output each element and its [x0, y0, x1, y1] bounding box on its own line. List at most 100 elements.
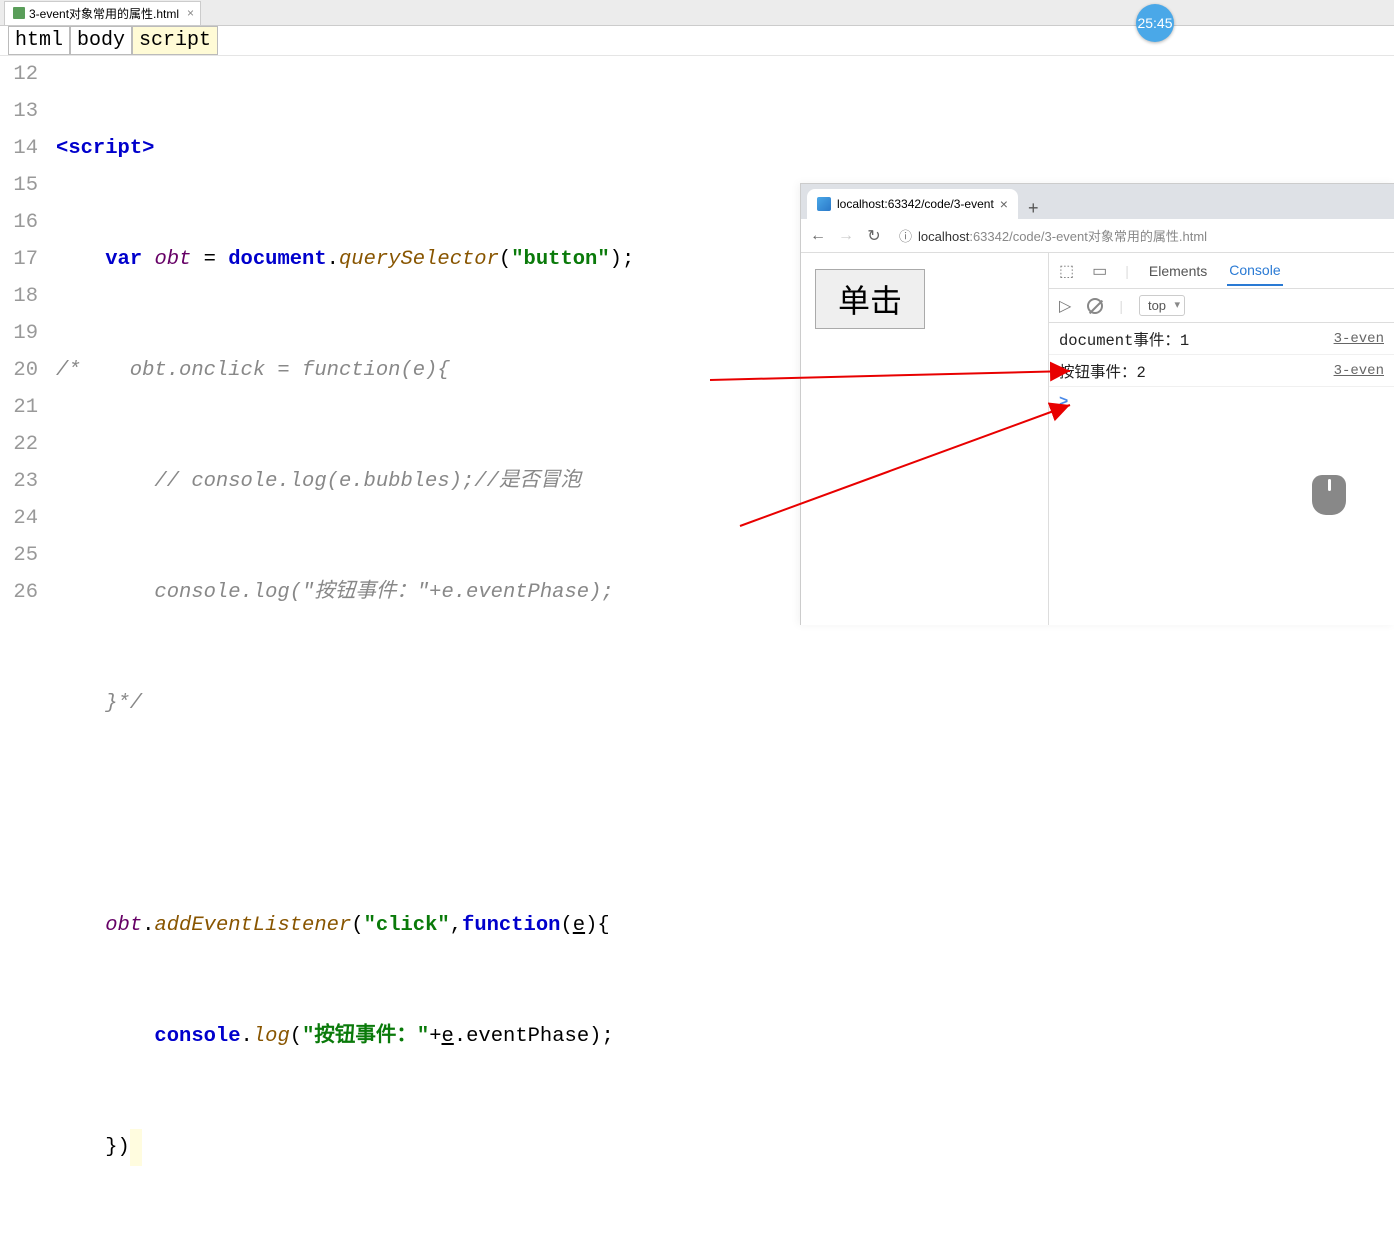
console-source-link[interactable]: 3-even — [1334, 363, 1384, 379]
console-message: document事件：1 — [1059, 328, 1334, 350]
console-prompt[interactable]: > — [1049, 387, 1394, 417]
code-token: . — [454, 1025, 466, 1048]
console-row[interactable]: document事件：1 3-even — [1049, 323, 1394, 355]
code-token: var — [105, 248, 142, 271]
browser-tab-title: localhost:63342/code/3-event — [837, 197, 994, 211]
forward-icon[interactable]: → — [837, 227, 855, 245]
new-tab-button[interactable]: + — [1018, 198, 1049, 219]
line-number: 12 — [0, 56, 38, 93]
line-number: 19 — [0, 315, 38, 352]
separator: | — [1125, 263, 1129, 279]
code-comment: }*/ — [56, 692, 142, 715]
play-icon[interactable]: ▷ — [1059, 296, 1071, 316]
code-token: , — [450, 914, 462, 937]
browser-window: localhost:63342/code/3-event × + ← → ↻ ⓘ… — [800, 183, 1394, 625]
code-token: e — [573, 914, 585, 937]
code-token: + — [429, 1025, 441, 1048]
code-token: . — [241, 1025, 253, 1048]
line-number: 23 — [0, 463, 38, 500]
file-icon — [13, 7, 25, 19]
code-token: > — [142, 137, 154, 160]
code-token: . — [142, 914, 154, 937]
code-token: eventPhase — [466, 1025, 589, 1048]
page-viewport[interactable]: 单击 — [801, 253, 1049, 625]
line-number: 15 — [0, 167, 38, 204]
code-token: log — [253, 1025, 290, 1048]
line-number: 18 — [0, 278, 38, 315]
code-token: document — [228, 248, 326, 271]
console-message: 按钮事件：2 — [1059, 360, 1334, 382]
code-comment: /* obt.onclick = function(e){ — [56, 359, 450, 382]
code-token: console — [154, 1025, 240, 1048]
code-token: ( — [560, 914, 572, 937]
console-row[interactable]: 按钮事件：2 3-even — [1049, 355, 1394, 387]
line-number: 21 — [0, 389, 38, 426]
code-token: . — [327, 248, 339, 271]
mouse-icon — [1312, 475, 1346, 515]
code-token: ( — [499, 248, 511, 271]
console-toolbar: ▷ | top — [1049, 289, 1394, 323]
line-number: 16 — [0, 204, 38, 241]
tab-elements[interactable]: Elements — [1147, 257, 1209, 285]
code-token: e — [442, 1025, 454, 1048]
breadcrumb-script[interactable]: script — [132, 26, 218, 55]
code-token: querySelector — [339, 248, 499, 271]
clear-icon[interactable] — [1087, 298, 1103, 314]
code-token: function — [462, 914, 560, 937]
browser-tab[interactable]: localhost:63342/code/3-event × — [807, 189, 1018, 219]
code-token: ) — [585, 914, 597, 937]
address-bar[interactable]: ⓘ localhost:63342/code/3-event对象常用的属性.ht… — [893, 226, 1386, 245]
devtools-panel: ⬚ ▭ | Elements Console ▷ | top document事… — [1049, 253, 1394, 625]
url-host: localhost — [918, 229, 969, 244]
code-token: { — [597, 914, 609, 937]
code-token: addEventListener — [154, 914, 351, 937]
code-token: obt — [154, 248, 191, 271]
context-select[interactable]: top — [1139, 295, 1185, 316]
line-number: 25 — [0, 537, 38, 574]
console-output[interactable]: document事件：1 3-even 按钮事件：2 3-even > — [1049, 323, 1394, 625]
line-number: 14 — [0, 130, 38, 167]
console-source-link[interactable]: 3-even — [1334, 331, 1384, 347]
code-token: ; — [622, 248, 634, 271]
code-token: ) — [610, 248, 622, 271]
info-icon[interactable]: ⓘ — [899, 226, 912, 245]
code-token: }) — [105, 1136, 130, 1159]
code-token: script — [68, 137, 142, 160]
ide-file-tab[interactable]: 3-event对象常用的属性.html × — [4, 1, 201, 25]
close-icon[interactable]: × — [1000, 196, 1008, 212]
timer-badge: 25:45 — [1136, 4, 1174, 42]
close-icon[interactable]: × — [187, 6, 194, 20]
line-number: 20 — [0, 352, 38, 389]
code-token: ( — [351, 914, 363, 937]
code-token: obt — [105, 914, 142, 937]
code-comment: console.log("按钮事件："+e.eventPhase); — [56, 581, 614, 604]
click-button[interactable]: 单击 — [815, 269, 925, 329]
tab-console[interactable]: Console — [1227, 256, 1282, 286]
site-icon — [817, 197, 831, 211]
code-token: = — [191, 248, 228, 271]
inspect-icon[interactable]: ⬚ — [1059, 261, 1074, 281]
browser-body: 单击 ⬚ ▭ | Elements Console ▷ | top docume… — [801, 253, 1394, 625]
code-token: "按钮事件：" — [302, 1025, 429, 1048]
breadcrumb-html[interactable]: html — [8, 26, 70, 55]
line-number: 22 — [0, 426, 38, 463]
ide-tab-bar: 3-event对象常用的属性.html × — [0, 0, 1394, 26]
separator: | — [1119, 298, 1123, 314]
reload-icon[interactable]: ↻ — [865, 226, 883, 246]
breadcrumb-body[interactable]: body — [70, 26, 132, 55]
breadcrumb: html body script — [0, 26, 1394, 56]
devtools-tabs: ⬚ ▭ | Elements Console — [1049, 253, 1394, 289]
device-icon[interactable]: ▭ — [1092, 261, 1107, 281]
ide-tab-title: 3-event对象常用的属性.html — [29, 5, 179, 22]
code-token: ( — [290, 1025, 302, 1048]
back-icon[interactable]: ← — [809, 227, 827, 245]
browser-toolbar: ← → ↻ ⓘ localhost:63342/code/3-event对象常用… — [801, 219, 1394, 253]
url-path: :63342/code/3-event对象常用的属性.html — [969, 229, 1207, 244]
line-number: 24 — [0, 500, 38, 537]
code-token: ; — [601, 1025, 613, 1048]
line-number: 26 — [0, 574, 38, 611]
code-token: ) — [589, 1025, 601, 1048]
line-gutter: 121314151617181920212223242526 — [0, 56, 56, 625]
line-number: 13 — [0, 93, 38, 130]
code-comment: // console.log(e.bubbles);//是否冒泡 — [56, 470, 581, 493]
